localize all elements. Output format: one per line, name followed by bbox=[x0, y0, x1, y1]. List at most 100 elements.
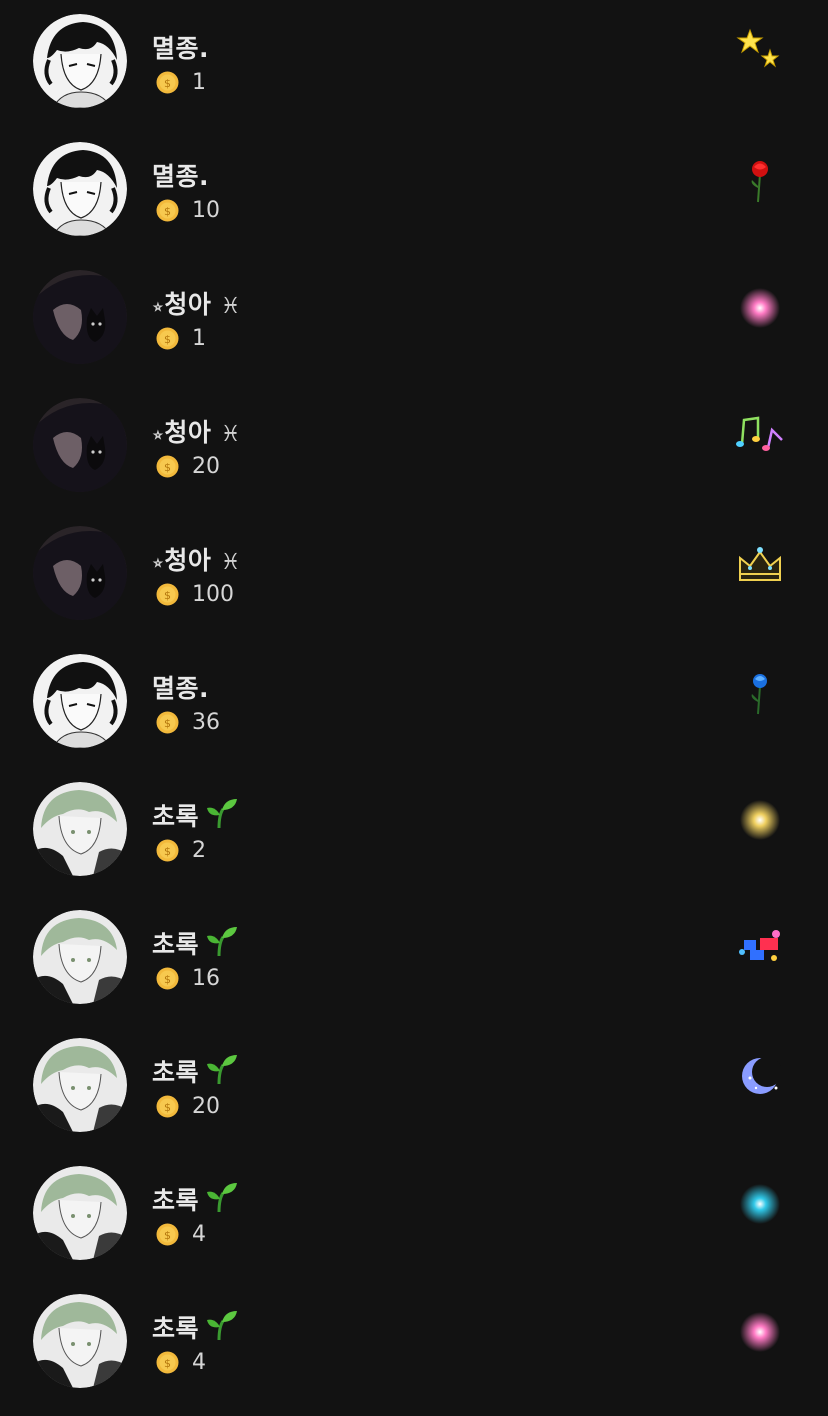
list-item[interactable]: ⭒청아 ♓ $ 1 bbox=[0, 256, 828, 384]
username: ⭒청아 ♓ bbox=[152, 546, 241, 575]
blue-rose-icon bbox=[732, 664, 788, 720]
moon-icon bbox=[732, 1048, 788, 1104]
coin-icon: $ bbox=[156, 967, 179, 989]
star-deco-icon: ⭒ bbox=[152, 422, 165, 447]
svg-text:$: $ bbox=[164, 1229, 171, 1242]
coin-amount: $ 36 bbox=[156, 708, 220, 736]
svg-text:$: $ bbox=[164, 973, 171, 986]
coin-count: 4 bbox=[192, 1221, 206, 1247]
coin-amount: $ 100 bbox=[156, 580, 234, 608]
sprout-icon bbox=[207, 1183, 238, 1213]
list-item[interactable]: 초록 $ 20 bbox=[0, 1024, 828, 1152]
pisces-icon: ♓ bbox=[220, 550, 241, 575]
music-notes-icon bbox=[732, 408, 788, 464]
sprout-icon bbox=[207, 1055, 238, 1085]
coin-icon: $ bbox=[156, 71, 179, 93]
coin-count: 10 bbox=[192, 197, 220, 223]
avatar-green-hair-icon[interactable] bbox=[33, 782, 127, 876]
coin-icon: $ bbox=[156, 1095, 179, 1117]
avatar-dark-cat-icon[interactable] bbox=[33, 270, 127, 364]
username: 초록 bbox=[152, 797, 239, 833]
sprout-icon bbox=[207, 927, 238, 957]
svg-text:$: $ bbox=[164, 77, 171, 90]
coin-icon: $ bbox=[156, 455, 179, 477]
coin-count: 4 bbox=[192, 1349, 206, 1375]
username: 멸종. bbox=[152, 162, 209, 191]
coin-count: 1 bbox=[192, 325, 206, 351]
username: 초록 bbox=[152, 1053, 239, 1089]
avatar-dark-cat-icon[interactable] bbox=[33, 398, 127, 492]
list-item[interactable]: 멸종. $ 36 bbox=[0, 640, 828, 768]
avatar-green-hair-icon[interactable] bbox=[33, 1294, 127, 1388]
avatar-boy-icon[interactable] bbox=[33, 14, 127, 108]
coin-count: 2 bbox=[192, 837, 206, 863]
pisces-icon: ♓ bbox=[220, 294, 241, 319]
coin-count: 100 bbox=[192, 581, 234, 607]
coin-icon: $ bbox=[156, 583, 179, 605]
username: 멸종. bbox=[152, 674, 209, 703]
coin-count: 20 bbox=[192, 453, 220, 479]
sprout-icon bbox=[207, 799, 238, 829]
avatar-green-hair-icon[interactable] bbox=[33, 910, 127, 1004]
sticker-icon bbox=[732, 920, 788, 976]
coin-icon: $ bbox=[156, 711, 179, 733]
coin-icon: $ bbox=[156, 1351, 179, 1373]
list-item[interactable]: ⭒청아 ♓ $ 100 bbox=[0, 512, 828, 640]
avatar-dark-cat-icon[interactable] bbox=[33, 526, 127, 620]
coin-amount: $ 2 bbox=[156, 836, 206, 864]
star-deco-icon: ⭒ bbox=[152, 294, 165, 319]
red-rose-icon bbox=[732, 152, 788, 208]
username: ⭒청아 ♓ bbox=[152, 418, 241, 447]
username: ⭒청아 ♓ bbox=[152, 290, 241, 319]
coin-count: 1 bbox=[192, 69, 206, 95]
coin-icon: $ bbox=[156, 327, 179, 349]
coin-icon: $ bbox=[156, 199, 179, 221]
coin-amount: $ 1 bbox=[156, 68, 206, 96]
list-item[interactable]: 초록 $ 4 bbox=[0, 1280, 828, 1408]
star-deco-icon: ⭒ bbox=[152, 550, 165, 575]
username: 초록 bbox=[152, 1181, 239, 1217]
coin-amount: $ 20 bbox=[156, 452, 220, 480]
coin-amount: $ 20 bbox=[156, 1092, 220, 1120]
svg-text:$: $ bbox=[164, 461, 171, 474]
svg-text:$: $ bbox=[164, 1101, 171, 1114]
svg-text:$: $ bbox=[164, 333, 171, 346]
list-item[interactable]: 초록 $ 16 bbox=[0, 896, 828, 1024]
svg-text:$: $ bbox=[164, 1357, 171, 1370]
pink-firework-icon bbox=[732, 280, 788, 336]
coin-amount: $ 4 bbox=[156, 1348, 206, 1376]
list-item[interactable]: 초록 $ 4 bbox=[0, 1152, 828, 1280]
list-item[interactable]: 멸종. $ 1 bbox=[0, 0, 828, 128]
coin-count: 20 bbox=[192, 1093, 220, 1119]
coin-amount: $ 4 bbox=[156, 1220, 206, 1248]
stars-icon bbox=[732, 24, 788, 80]
list-item[interactable]: ⭒청아 ♓ $ 20 bbox=[0, 384, 828, 512]
gold-firework-icon bbox=[732, 792, 788, 848]
svg-text:$: $ bbox=[164, 845, 171, 858]
svg-text:$: $ bbox=[164, 589, 171, 602]
gift-list: 멸종. $ 1 멸종. $ 10 ⭒청아 ♓ $ 1 ⭒청아 ♓ $ 20 ⭒청… bbox=[0, 0, 828, 1408]
crown-icon bbox=[732, 536, 788, 592]
cyan-firework-icon bbox=[732, 1176, 788, 1232]
coin-amount: $ 10 bbox=[156, 196, 220, 224]
avatar-boy-icon[interactable] bbox=[33, 654, 127, 748]
coin-count: 16 bbox=[192, 965, 220, 991]
svg-text:$: $ bbox=[164, 205, 171, 218]
svg-text:$: $ bbox=[164, 717, 171, 730]
list-item[interactable]: 초록 $ 2 bbox=[0, 768, 828, 896]
pink-firework-icon bbox=[732, 1304, 788, 1360]
coin-amount: $ 16 bbox=[156, 964, 220, 992]
list-item[interactable]: 멸종. $ 10 bbox=[0, 128, 828, 256]
username: 멸종. bbox=[152, 34, 209, 63]
username: 초록 bbox=[152, 925, 239, 961]
coin-amount: $ 1 bbox=[156, 324, 206, 352]
avatar-boy-icon[interactable] bbox=[33, 142, 127, 236]
coin-icon: $ bbox=[156, 839, 179, 861]
avatar-green-hair-icon[interactable] bbox=[33, 1038, 127, 1132]
pisces-icon: ♓ bbox=[220, 422, 241, 447]
username: 초록 bbox=[152, 1309, 239, 1345]
coin-count: 36 bbox=[192, 709, 220, 735]
sprout-icon bbox=[207, 1311, 238, 1341]
coin-icon: $ bbox=[156, 1223, 179, 1245]
avatar-green-hair-icon[interactable] bbox=[33, 1166, 127, 1260]
